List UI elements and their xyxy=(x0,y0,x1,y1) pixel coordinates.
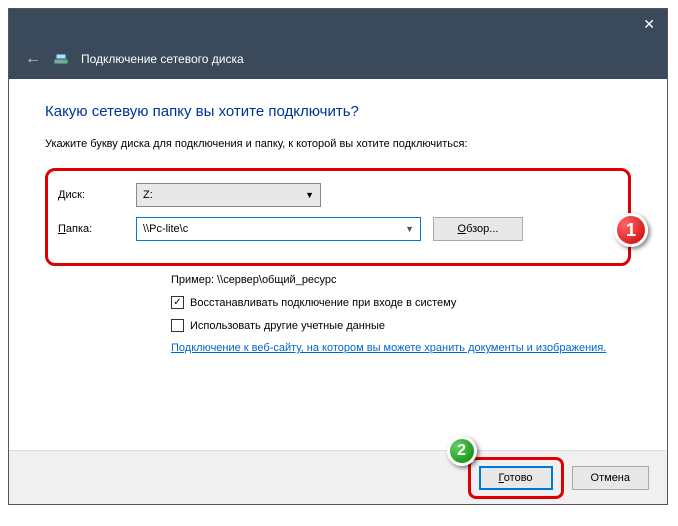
reconnect-label: Восстанавливать подключение при входе в … xyxy=(190,297,456,309)
browse-button[interactable]: Обзор... xyxy=(433,217,523,241)
form-highlight-box: Диск: Z: ▼ Папка: \\Pc-lite\c ▼ Обзор...… xyxy=(45,168,631,266)
other-creds-checkbox-row[interactable]: Использовать другие учетные данные xyxy=(171,319,631,332)
drive-label: Диск: xyxy=(58,189,136,201)
checkbox-checked-icon[interactable]: ✓ xyxy=(171,296,184,309)
instruction-text: Укажите букву диска для подключения и па… xyxy=(45,138,631,150)
content-area: Какую сетевую папку вы хотите подключить… xyxy=(9,79,667,378)
reconnect-checkbox-row[interactable]: ✓ Восстанавливать подключение при входе … xyxy=(171,296,631,309)
folder-value: \\Pc-lite\c xyxy=(143,223,188,235)
annotation-marker-1: 1 xyxy=(614,213,648,247)
dialog-window: ✕ ← Подключение сетевого диска Какую сет… xyxy=(8,8,668,505)
folder-input[interactable]: \\Pc-lite\c ▼ xyxy=(136,217,421,241)
folder-row: Папка: \\Pc-lite\c ▼ Обзор... xyxy=(58,217,618,241)
chevron-down-icon: ▼ xyxy=(405,224,414,234)
annotation-marker-2: 2 xyxy=(447,436,477,466)
folder-label: Папка: xyxy=(58,223,136,235)
page-heading: Какую сетевую папку вы хотите подключить… xyxy=(45,103,631,120)
footer: 2 Готово Отмена xyxy=(9,450,667,504)
cancel-button[interactable]: Отмена xyxy=(572,466,649,490)
window-title: Подключение сетевого диска xyxy=(81,52,244,66)
done-button[interactable]: Готово xyxy=(479,466,553,490)
chevron-down-icon: ▼ xyxy=(305,190,314,200)
done-highlight-box: 2 Готово xyxy=(468,457,564,499)
drive-select[interactable]: Z: ▼ xyxy=(136,183,321,207)
drive-row: Диск: Z: ▼ xyxy=(58,183,618,207)
titlebar: ✕ xyxy=(9,9,667,39)
header: ← Подключение сетевого диска xyxy=(9,39,667,79)
network-drive-icon xyxy=(53,51,69,67)
example-text: Пример: \\сервер\общий_ресурс xyxy=(171,274,631,286)
drive-value: Z: xyxy=(143,189,153,201)
back-arrow-icon[interactable]: ← xyxy=(25,50,41,68)
close-icon[interactable]: ✕ xyxy=(643,16,655,33)
other-creds-label: Использовать другие учетные данные xyxy=(190,320,385,332)
website-storage-link[interactable]: Подключение к веб-сайту, на котором вы м… xyxy=(171,342,631,354)
checkbox-unchecked-icon[interactable] xyxy=(171,319,184,332)
